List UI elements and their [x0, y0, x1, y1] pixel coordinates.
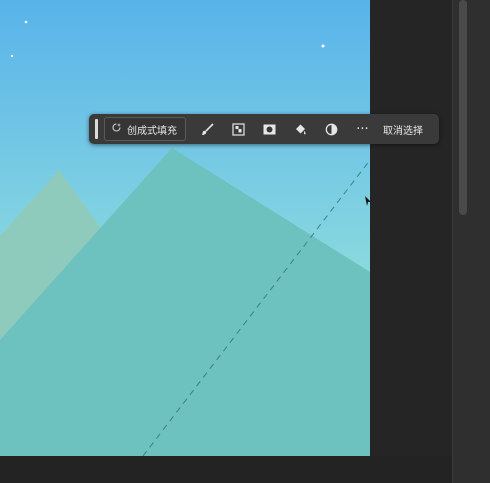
paint-bucket-icon [294, 123, 307, 136]
select-subject-button[interactable] [223, 114, 254, 144]
contextual-task-bar: 创成式填充 ··· 取消选择 [89, 114, 439, 144]
mask-button[interactable] [254, 114, 285, 144]
canvas-artwork [0, 0, 370, 456]
brush-button[interactable] [192, 114, 223, 144]
star [10, 54, 14, 58]
star [24, 20, 28, 24]
cursor-icon [365, 196, 371, 206]
deselect-button[interactable]: 取消选择 [383, 122, 423, 137]
drag-handle[interactable] [95, 119, 98, 139]
star [321, 44, 325, 48]
generative-fill-label: 创成式填充 [127, 125, 177, 137]
mask-icon [263, 124, 276, 135]
vertical-scrollbar[interactable] [459, 0, 467, 215]
sparkle-refresh-icon [111, 122, 122, 136]
more-button[interactable]: ··· [347, 114, 378, 144]
brush-icon [201, 122, 214, 136]
select-subject-icon [232, 122, 245, 136]
generative-fill-button[interactable]: 创成式填充 [104, 117, 186, 141]
status-bar [0, 456, 452, 483]
side-panel [452, 0, 490, 483]
pasteboard [370, 0, 452, 483]
adjustment-button[interactable] [316, 114, 347, 144]
more-icon: ··· [356, 121, 369, 137]
fill-button[interactable] [285, 114, 316, 144]
document-canvas[interactable] [0, 0, 370, 456]
half-circle-adjustment-icon [325, 123, 338, 136]
